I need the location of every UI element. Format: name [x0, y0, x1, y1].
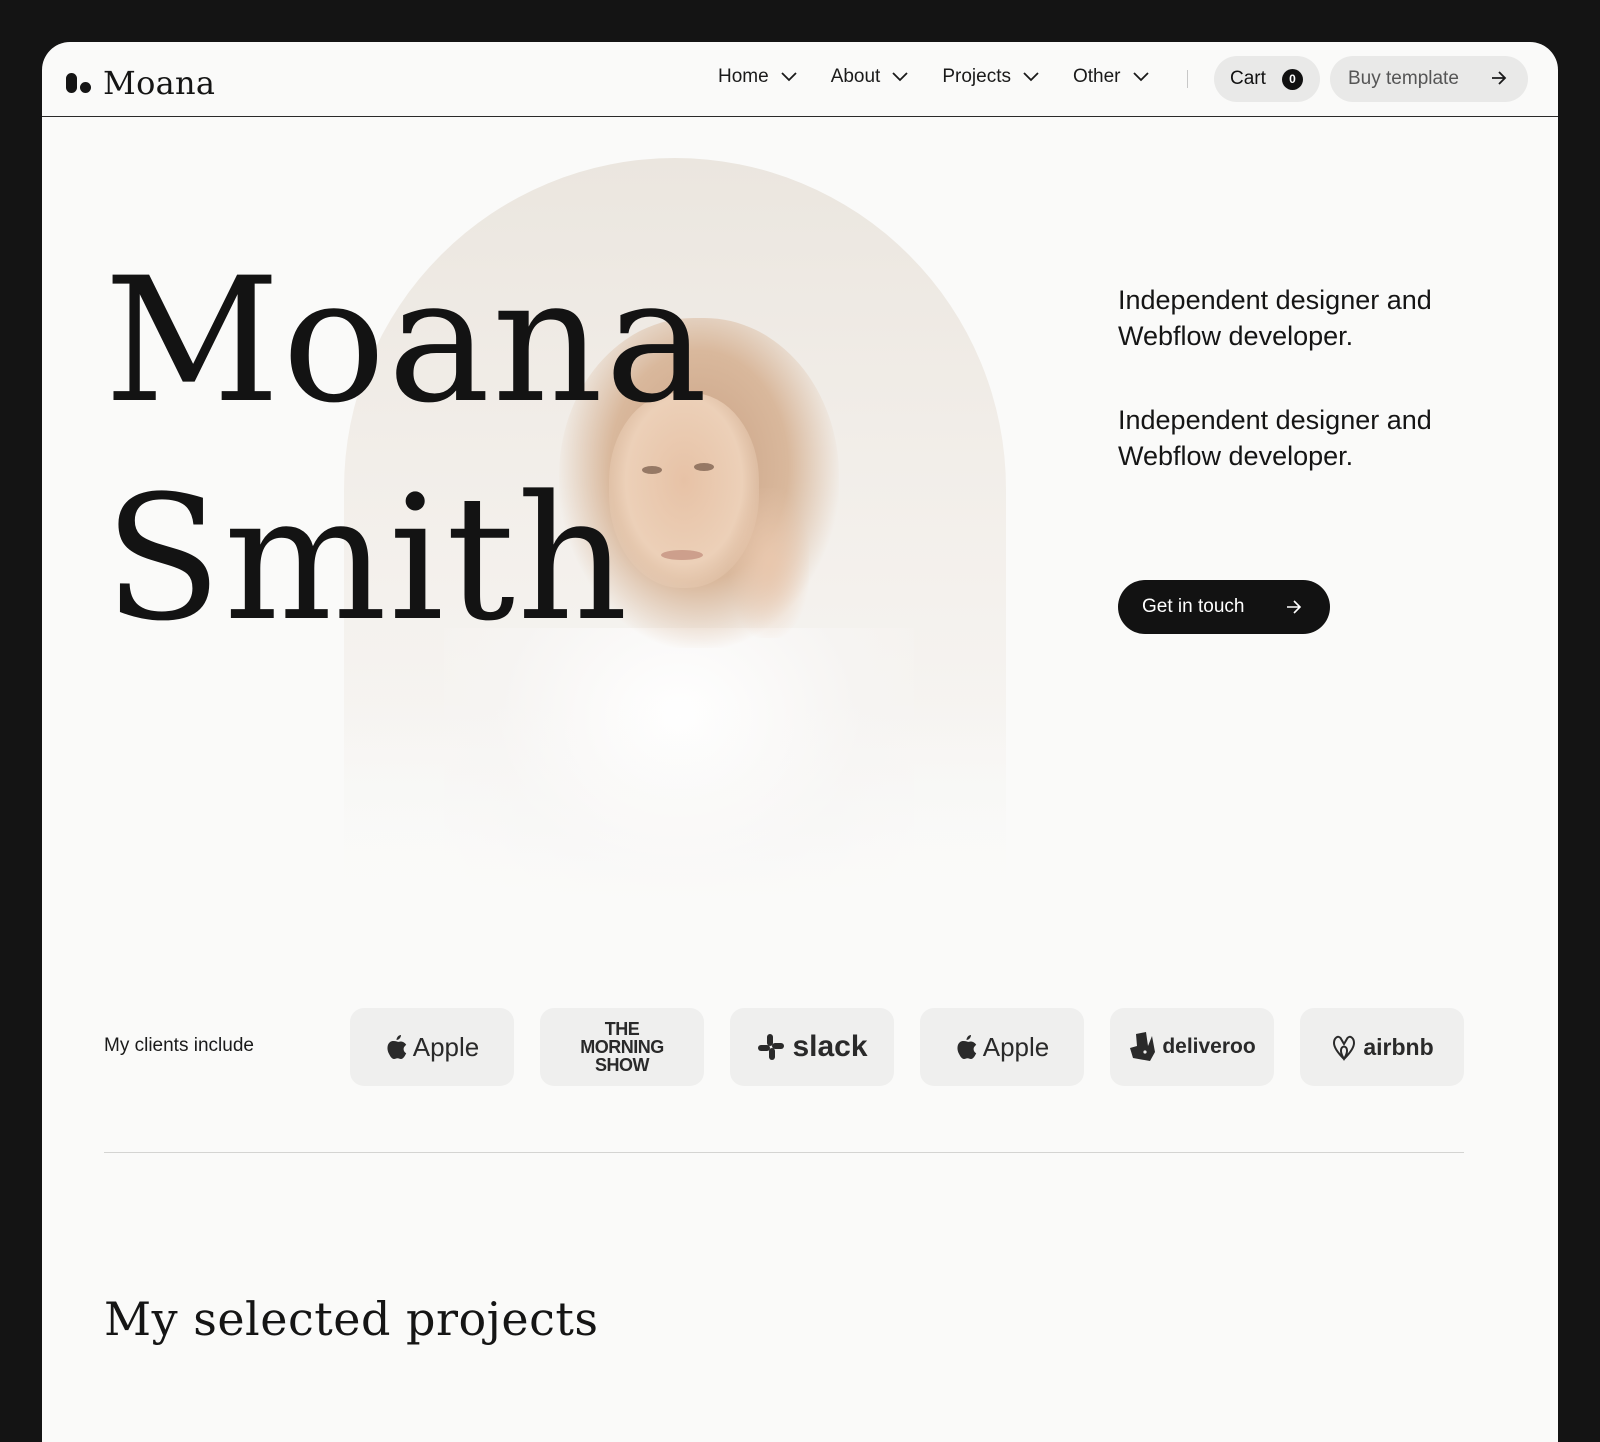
buy-template-button[interactable]: Buy template	[1330, 56, 1528, 102]
get-in-touch-button[interactable]: Get in touch	[1118, 580, 1330, 634]
client-name: slack	[792, 1030, 868, 1063]
top-navbar: Moana Home About Projects Other Cart 0 B…	[42, 42, 1558, 117]
client-logo-slack: slack	[730, 1008, 894, 1086]
client-logo-airbnb: airbnb	[1300, 1008, 1464, 1086]
nav-item-label: About	[830, 66, 881, 87]
brand-logo[interactable]: Moana	[66, 64, 215, 102]
hero-tagline-secondary: Independent designer and Webflow develop…	[1118, 405, 1432, 471]
nav-item-label: Home	[718, 66, 769, 87]
client-name: Apple	[412, 1031, 480, 1062]
nav-item-other[interactable]: Other	[1073, 66, 1149, 88]
apple-icon	[957, 1035, 976, 1059]
clients-label: My clients include	[104, 1035, 254, 1056]
cart-count-badge: 0	[1281, 68, 1303, 90]
cart-label: Cart	[1230, 68, 1266, 89]
apple-icon	[387, 1035, 406, 1059]
section-divider	[104, 1152, 1464, 1153]
hero-name-heading: Moana Smith	[104, 232, 710, 668]
chevron-down-icon	[1132, 72, 1149, 82]
hero-last-name: Smith	[104, 458, 630, 659]
client-logo-apple: Apple	[350, 1008, 514, 1086]
nav-links: Home About Projects Other	[718, 66, 1183, 88]
chevron-down-icon	[1023, 72, 1039, 82]
client-name: Apple	[982, 1031, 1050, 1062]
browser-frame: Moana Home About Projects Other Cart 0 B…	[42, 42, 1558, 1442]
logo-mark-icon	[66, 73, 91, 93]
morning-show-logo: THE MORNING SHOW	[580, 1019, 664, 1075]
deliveroo-icon	[1130, 1032, 1156, 1061]
projects-section-title: My selected projects	[104, 1292, 599, 1346]
nav-item-label: Projects	[942, 66, 1011, 87]
airbnb-icon	[1333, 1035, 1356, 1061]
client-name: deliveroo	[1162, 1035, 1256, 1058]
nav-item-home[interactable]: Home	[718, 66, 797, 88]
nav-divider	[1187, 70, 1188, 88]
nav-item-label: Other	[1072, 66, 1121, 87]
hero-tagline: Independent designer and Webflow develop…	[1118, 285, 1432, 351]
arrow-right-icon	[1492, 71, 1507, 85]
slack-icon	[758, 1034, 785, 1060]
nav-item-projects[interactable]: Projects	[942, 66, 1039, 88]
client-name: airbnb	[1363, 1033, 1434, 1060]
client-logo-deliveroo: deliveroo	[1110, 1008, 1274, 1086]
chevron-down-icon	[892, 72, 908, 82]
buy-template-label: Buy template	[1348, 68, 1459, 89]
cart-button[interactable]: Cart 0	[1214, 56, 1320, 102]
nav-item-about[interactable]: About	[831, 66, 909, 88]
client-logo-apple: Apple	[920, 1008, 1084, 1086]
get-in-touch-label: Get in touch	[1142, 596, 1245, 617]
chevron-down-icon	[781, 72, 797, 82]
brand-name: Moana	[103, 64, 216, 102]
hero-first-name: Moana	[104, 240, 710, 441]
arrow-right-icon	[1287, 600, 1302, 614]
client-logo-morning-show: THE MORNING SHOW	[540, 1008, 704, 1086]
